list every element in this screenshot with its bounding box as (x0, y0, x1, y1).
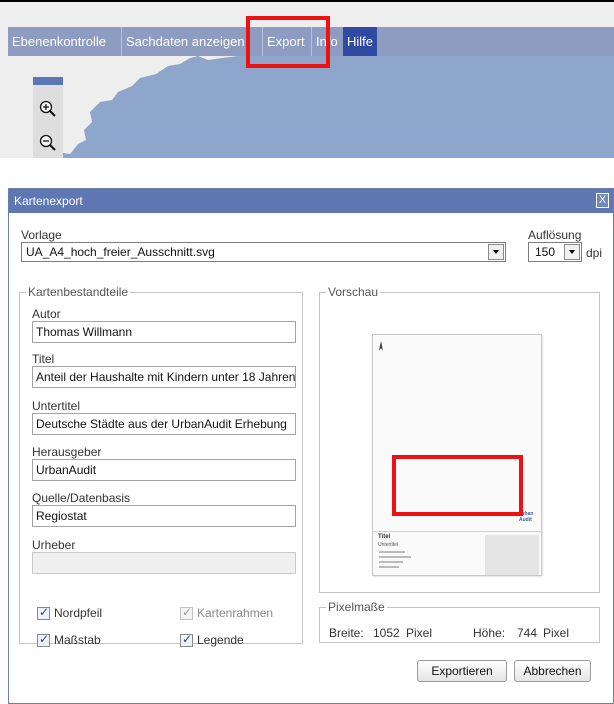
pixel-width-value: 1052 (373, 626, 400, 640)
cancel-button[interactable]: Abbrechen (514, 660, 591, 682)
publisher-label: Herausgeber (32, 445, 102, 459)
pixel-width-label: Breite: (329, 626, 364, 640)
kartenrahmen-label: Kartenrahmen (197, 606, 274, 620)
source-field[interactable]: Regiostat (32, 505, 296, 527)
kartenrahmen-checkbox[interactable] (180, 605, 193, 620)
export-menu-highlight (246, 16, 330, 68)
pixel-width-unit: Pixel (406, 626, 433, 640)
template-select[interactable]: UA_A4_hoch_freier_Ausschnitt.svg (21, 242, 506, 262)
zoom-control (33, 77, 63, 158)
resolution-unit: dpi (586, 246, 603, 260)
title-field[interactable]: Anteil der Haushalte mit Kindern unter 1… (32, 366, 296, 388)
resolution-select[interactable]: 150 (528, 242, 582, 262)
preview-subtitle: Untertitel (378, 542, 399, 548)
export-button[interactable]: Exportieren (417, 660, 507, 682)
creator-field[interactable] (32, 552, 296, 574)
pixel-height-label: Höhe: (473, 626, 506, 640)
menu-sachdaten-anzeigen[interactable]: Sachdaten anzeigen (122, 27, 249, 56)
chevron-down-icon (564, 244, 580, 260)
dialog-titlebar: Kartenexport X (9, 189, 613, 213)
map-view[interactable] (8, 56, 614, 158)
preview-legend: Vorschau (326, 285, 381, 299)
preview-title: Titel (378, 534, 391, 540)
map-coastline (8, 56, 238, 158)
massstab-label: Maßstab (54, 633, 101, 647)
chevron-down-icon (488, 244, 504, 260)
title-label: Titel (32, 352, 55, 366)
export-button-highlight (392, 455, 523, 516)
components-legend: Kartenbestandteile (26, 285, 131, 299)
preview-group: Vorschau Titel Untertitel Urban Audit (319, 285, 600, 593)
publisher-field[interactable]: UrbanAudit (32, 459, 296, 481)
zoom-in-icon[interactable] (38, 99, 58, 119)
kartenexport-dialog: Kartenexport X Vorlage UA_A4_hoch_freier… (8, 188, 614, 704)
menu-ebenenkontrolle[interactable]: Ebenenkontrolle (8, 27, 110, 56)
subtitle-field[interactable]: Deutsche Städte aus der UrbanAudit Erheb… (32, 413, 296, 435)
zoom-out-icon[interactable] (38, 133, 58, 153)
resolution-value: 150 (535, 245, 556, 259)
pixel-height-value: 744 (517, 626, 538, 640)
template-label: Vorlage (21, 228, 62, 242)
creator-label: Urheber (32, 538, 76, 552)
resolution-label: Auflösung (528, 228, 582, 242)
pixel-size-legend: Pixelmaße (326, 600, 387, 614)
legende-label: Legende (197, 633, 244, 647)
dialog-title: Kartenexport (14, 194, 83, 208)
massstab-checkbox[interactable] (37, 632, 50, 647)
template-value: UA_A4_hoch_freier_Ausschnitt.svg (26, 245, 215, 259)
close-button[interactable]: X (596, 193, 609, 208)
nordpfeil-checkbox[interactable] (37, 605, 50, 620)
author-field[interactable]: Thomas Willmann (32, 321, 296, 343)
menu-hilfe[interactable]: Hilfe (343, 27, 378, 56)
author-label: Autor (32, 307, 61, 321)
legende-checkbox[interactable] (180, 632, 193, 647)
source-label: Quelle/Datenbasis (32, 491, 131, 505)
pixel-height-unit: Pixel (543, 626, 570, 640)
nordpfeil-label: Nordpfeil (54, 606, 103, 620)
subtitle-label: Untertitel (32, 399, 81, 413)
